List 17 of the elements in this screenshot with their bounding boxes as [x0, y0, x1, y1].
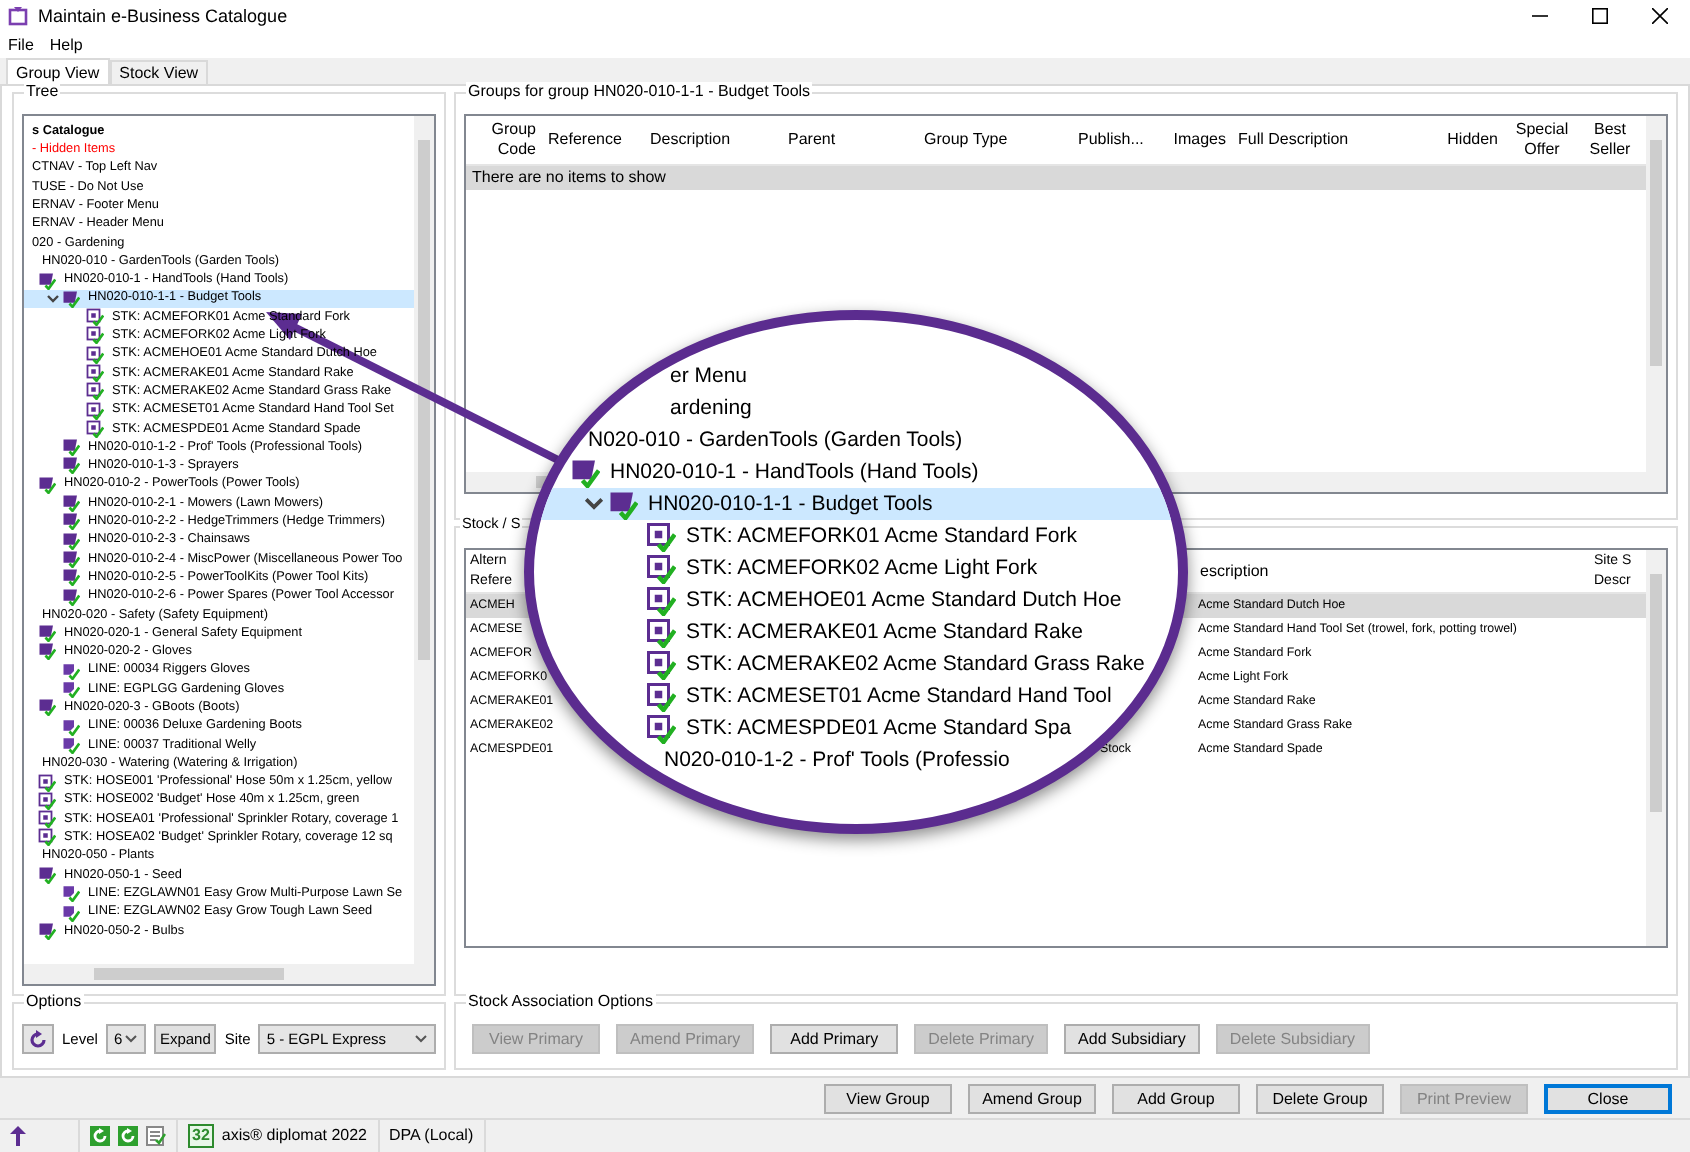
count-badge: 32	[188, 1124, 214, 1148]
group-label: Stock Association Options	[466, 992, 655, 1012]
tree-item: STK: ACMERAKE01 Acme Standard Rake	[534, 616, 1083, 648]
product-name: axis® diplomat 2022	[221, 1126, 368, 1146]
tree-item: STK: ACMEFORK01 Acme Standard Fork	[534, 520, 1077, 552]
group-label: Groups for group HN020-010-1-1 - Budget Tools	[466, 82, 813, 102]
tree-item: STK: ACMEFORK02 Acme Light Fork	[534, 552, 1038, 584]
empty-message: There are no items to show	[466, 166, 1646, 190]
tree-item: er Menu	[668, 361, 748, 392]
connection-status: DPA (Local)	[389, 1126, 474, 1146]
window-title: Maintain e-Business Catalogue	[38, 5, 290, 27]
tree-item: N020-010 - GardenTools (Garden Tools)	[586, 425, 963, 456]
tree-item: ardening	[668, 393, 752, 424]
group-label: Tree	[24, 82, 61, 102]
group-label: Options	[24, 992, 84, 1012]
tree-item: STK: ACMEHOE01 Acme Standard Dutch Hoe	[534, 584, 1122, 616]
tree-item: HN020-010-1 - HandTools (Hand Tools)	[534, 456, 979, 488]
